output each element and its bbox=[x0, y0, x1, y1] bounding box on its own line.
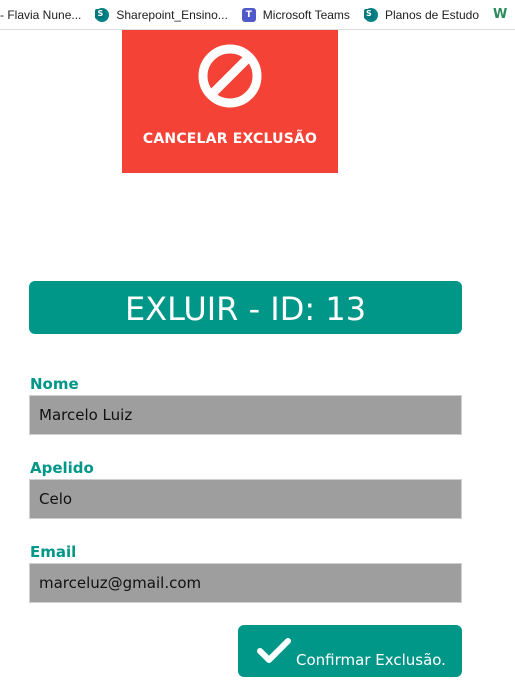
prohibited-icon bbox=[198, 44, 262, 108]
sharepoint-icon bbox=[363, 7, 378, 22]
confirm-exclusion-label: Confirmar Exclusão. bbox=[296, 651, 446, 669]
cancel-exclusion-label: CANCELAR EXCLUSÃO bbox=[142, 131, 318, 147]
bookmark-label: - Flavia Nune... bbox=[0, 7, 82, 22]
confirm-exclusion-button[interactable]: Confirmar Exclusão. bbox=[238, 625, 462, 677]
cancel-exclusion-button[interactable]: CANCELAR EXCLUSÃO bbox=[122, 30, 338, 173]
bookmark-sharepoint-ensino[interactable]: Sharepoint_Ensino... bbox=[95, 0, 228, 29]
bookmark-label: Planos de Estudo bbox=[384, 7, 480, 22]
bookmark-microsoft-teams[interactable]: Microsoft Teams bbox=[241, 0, 350, 29]
apelido-label: Apelido bbox=[30, 459, 94, 477]
bookmarks-bar: - Flavia Nune... Sharepoint_Ensino... Mi… bbox=[0, 0, 515, 30]
bookmark-planos-de-estudo[interactable]: Planos de Estudo bbox=[363, 0, 480, 29]
nome-label: Nome bbox=[30, 375, 79, 393]
bookmark-label: Microsoft Teams bbox=[262, 7, 350, 22]
bookmark-w[interactable]: W bbox=[493, 0, 515, 29]
email-label: Email bbox=[30, 543, 77, 561]
page-title: EXLUIR - ID: 13 bbox=[29, 281, 462, 334]
bookmark-label: Sharepoint_Ensino... bbox=[116, 7, 228, 22]
bookmark-flavia[interactable]: - Flavia Nune... bbox=[0, 0, 82, 29]
checkmark-icon bbox=[257, 638, 291, 663]
email-field[interactable] bbox=[29, 563, 462, 603]
sharepoint-icon bbox=[95, 7, 110, 22]
teams-icon bbox=[241, 7, 256, 22]
w-icon: W bbox=[493, 6, 508, 22]
apelido-field[interactable] bbox=[29, 479, 462, 519]
nome-field[interactable] bbox=[29, 395, 462, 435]
